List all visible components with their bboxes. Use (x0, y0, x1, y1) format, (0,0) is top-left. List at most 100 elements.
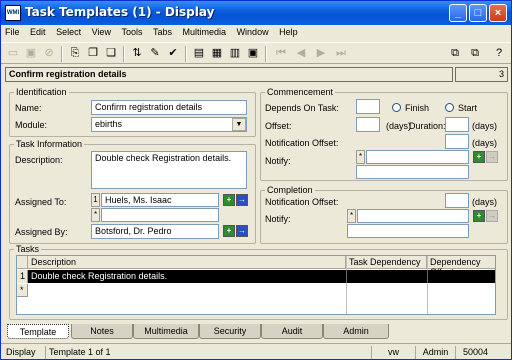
copy-record-icon[interactable]: ❐ (85, 46, 101, 61)
save-icon[interactable]: ▣ (23, 46, 39, 61)
start-radio[interactable] (445, 103, 454, 112)
column-dependency-offset[interactable]: Dependency Offset (427, 256, 495, 277)
window-new-icon[interactable]: ⧉ (467, 46, 483, 61)
window-copy-icon[interactable]: ⧉ (447, 46, 463, 61)
notify-field-2[interactable] (356, 165, 469, 179)
last-record-icon[interactable]: ⏭ (333, 46, 349, 61)
column-task-dependency[interactable]: Task Dependency (346, 256, 427, 269)
delete-record-icon[interactable]: ❏ (103, 46, 119, 61)
completion-notify-field[interactable] (357, 209, 469, 223)
print-icon[interactable]: ▣ (245, 46, 261, 61)
record-title: Confirm registration details (5, 67, 453, 82)
lookup-icon[interactable]: + (473, 210, 485, 222)
menu-tabs[interactable]: Tabs (149, 25, 176, 37)
finish-radio[interactable] (392, 103, 401, 112)
assigned-by-label: Assigned By: (15, 227, 68, 237)
name-field[interactable]: Confirm registration details (91, 100, 247, 115)
sort-icon[interactable]: ⇅ (129, 46, 145, 61)
first-record-icon[interactable]: ⏮ (273, 46, 289, 61)
menu-help[interactable]: Help (275, 25, 302, 37)
offset-label: Offset: (265, 121, 292, 131)
cancel-icon[interactable]: ⊘ (41, 46, 57, 61)
status-port: 50004 (455, 346, 495, 359)
tab-multimedia[interactable]: Multimedia (133, 324, 199, 339)
assigned-to-field[interactable]: Huels, Ms. Isaac (101, 193, 219, 207)
add-record-icon[interactable]: ⎘ (67, 46, 83, 61)
list-view-icon[interactable]: ▤ (191, 46, 207, 61)
maximize-button[interactable]: □ (469, 4, 487, 22)
module-select[interactable]: ebirths (91, 117, 247, 132)
open-record-icon[interactable]: → (236, 225, 248, 237)
status-bar: Display Template 1 of 1 vw Admin 50004 (1, 343, 511, 359)
row-description[interactable]: Double check Registration details. (28, 270, 346, 283)
new-icon[interactable]: ▭ (5, 46, 21, 61)
chevron-down-icon[interactable]: ▼ (232, 118, 246, 131)
lookup-icon[interactable]: + (473, 151, 485, 163)
toolbar-separator (61, 46, 63, 62)
new-row-icon: * (91, 208, 100, 222)
assigned-to-label: Assigned To: (15, 197, 67, 207)
depends-on-task-field[interactable] (356, 99, 380, 114)
tab-bar: Template Notes Multimedia Security Audit… (5, 323, 509, 341)
lookup-icon[interactable]: + (223, 194, 235, 206)
previous-record-icon[interactable]: ◀ (293, 46, 309, 61)
next-record-icon[interactable]: ▶ (313, 46, 329, 61)
assigned-by-field[interactable]: Botsford, Dr. Pedro (91, 224, 219, 239)
completion-notify-field-2[interactable] (347, 224, 469, 238)
completion-notify-label: Notify: (265, 214, 291, 224)
tab-security[interactable]: Security (199, 324, 261, 339)
menu-file[interactable]: File (1, 25, 24, 37)
duration-label: Duration: (409, 121, 446, 131)
commencement-legend: Commencement (267, 87, 334, 97)
task-information-legend: Task Information (16, 139, 83, 149)
close-button[interactable]: × (489, 4, 507, 22)
open-record-icon[interactable]: → (236, 194, 248, 206)
menu-select[interactable]: Select (52, 25, 85, 37)
menu-window[interactable]: Window (233, 25, 273, 37)
lookup-icon[interactable]: + (223, 225, 235, 237)
tab-admin[interactable]: Admin (323, 324, 389, 339)
column-description[interactable]: Description (28, 256, 346, 269)
toolbar-separator (123, 46, 125, 62)
tab-template[interactable]: Template (7, 324, 69, 339)
row-dependency-offset[interactable] (427, 270, 495, 283)
edit-icon[interactable]: ✎ (147, 46, 163, 61)
notify-label: Notify: (265, 156, 291, 166)
grid-divider (427, 256, 428, 314)
toolbar-separator (185, 46, 187, 62)
notify-field[interactable] (366, 150, 469, 164)
identification-legend: Identification (16, 87, 67, 97)
spell-check-icon[interactable]: ✔ (165, 46, 181, 61)
help-icon[interactable]: ? (491, 46, 507, 61)
depends-on-task-label: Depends On Task: (265, 103, 339, 113)
row-number: 1 (17, 270, 28, 283)
window-title: Task Templates (1) - Display (25, 5, 215, 19)
tab-notes[interactable]: Notes (71, 324, 133, 339)
status-code: vw (371, 346, 415, 359)
offset-field[interactable] (356, 117, 380, 132)
menu-bar: File Edit Select View Tools Tabs Multime… (1, 25, 511, 41)
description-field[interactable]: Double check Registration details. (91, 151, 247, 189)
menu-edit[interactable]: Edit (26, 25, 50, 37)
completion-days-label: (days) (472, 197, 498, 207)
notification-offset-label: Notification Offset: (265, 138, 339, 148)
start-label: Start (458, 103, 478, 113)
status-user: Admin (415, 346, 455, 359)
app-icon: WMI (5, 5, 21, 21)
row-task-dependency[interactable] (346, 270, 427, 283)
menu-tools[interactable]: Tools (117, 25, 146, 37)
description-label: Description: (15, 155, 63, 165)
detail-view-icon[interactable]: ▦ (209, 46, 225, 61)
minimize-button[interactable]: _ (449, 4, 467, 22)
menu-multimedia[interactable]: Multimedia (179, 25, 231, 37)
title-bar[interactable]: WMI Task Templates (1) - Display _ □ × (1, 1, 511, 25)
menu-view[interactable]: View (88, 25, 115, 37)
table-row[interactable]: 1 Double check Registration details. (17, 270, 495, 283)
completion-notification-offset-field[interactable] (445, 193, 469, 208)
assigned-to-new-field[interactable] (101, 208, 219, 222)
new-row-icon: * (356, 150, 365, 164)
duration-field[interactable] (445, 117, 469, 132)
notification-offset-field[interactable] (445, 134, 469, 149)
tab-audit[interactable]: Audit (261, 324, 323, 339)
form-view-icon[interactable]: ▥ (227, 46, 243, 61)
